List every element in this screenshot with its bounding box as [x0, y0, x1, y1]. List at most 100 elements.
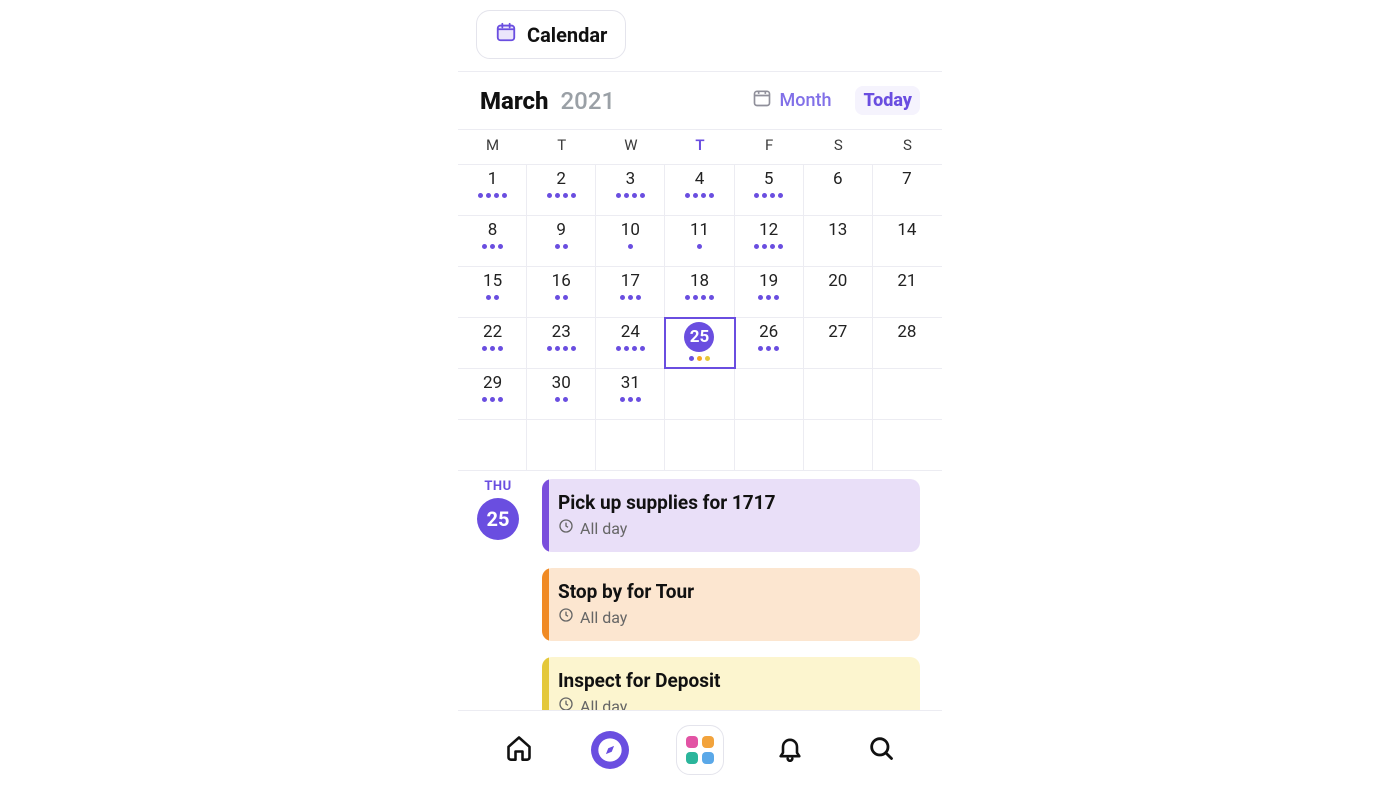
- day-cell[interactable]: 24: [596, 318, 665, 368]
- calendar-filter-label: Calendar: [527, 23, 607, 47]
- day-cell[interactable]: 14: [873, 216, 942, 266]
- day-cell[interactable]: 8: [458, 216, 527, 266]
- event-indicator: [555, 295, 568, 300]
- day-cell[interactable]: 7: [873, 165, 942, 215]
- event-indicator: [685, 193, 714, 198]
- day-cell: [458, 420, 527, 470]
- day-cell[interactable]: 10: [596, 216, 665, 266]
- day-cell[interactable]: 13: [804, 216, 873, 266]
- day-number: 20: [828, 271, 847, 291]
- day-cell[interactable]: 16: [527, 267, 596, 317]
- day-cell[interactable]: 28: [873, 318, 942, 368]
- day-cell: [873, 420, 942, 470]
- dow-label: F: [735, 130, 804, 164]
- apps-icon: [676, 725, 724, 775]
- day-number: 29: [483, 373, 502, 393]
- day-cell[interactable]: 9: [527, 216, 596, 266]
- event-title: Pick up supplies for 1717: [558, 491, 904, 514]
- day-cell[interactable]: 2: [527, 165, 596, 215]
- day-cell[interactable]: 25: [665, 318, 734, 368]
- day-cell[interactable]: 6: [804, 165, 873, 215]
- event-indicator: [758, 295, 779, 300]
- nav-apps-button[interactable]: [676, 726, 724, 774]
- nav-explore-button[interactable]: [586, 726, 634, 774]
- calendar-filter-button[interactable]: Calendar: [476, 10, 626, 59]
- event-title: Stop by for Tour: [558, 580, 904, 603]
- day-cell: [665, 420, 734, 470]
- event-indicator: [547, 346, 576, 351]
- event-indicator: [685, 295, 714, 300]
- event-time: All day: [558, 518, 904, 538]
- day-cell[interactable]: 22: [458, 318, 527, 368]
- event-color-stripe: [542, 568, 549, 641]
- calendar-grid: 1234567891011121314151617181920212223242…: [458, 164, 942, 471]
- day-number: 24: [621, 322, 640, 342]
- day-cell[interactable]: 30: [527, 369, 596, 419]
- event-indicator: [754, 193, 783, 198]
- day-cell[interactable]: 15: [458, 267, 527, 317]
- bell-icon: [776, 734, 804, 766]
- event-indicator: [482, 244, 503, 249]
- day-number: 8: [488, 220, 498, 240]
- day-cell: [873, 369, 942, 419]
- day-cell: [735, 369, 804, 419]
- day-cell[interactable]: 18: [665, 267, 734, 317]
- day-cell[interactable]: 20: [804, 267, 873, 317]
- dow-label: S: [873, 130, 942, 164]
- compass-icon: [591, 731, 629, 769]
- event-card[interactable]: Pick up supplies for 1717 All day: [542, 479, 920, 552]
- view-mode-button[interactable]: Month: [752, 88, 832, 113]
- day-number: 27: [828, 322, 847, 342]
- day-cell[interactable]: 17: [596, 267, 665, 317]
- event-card[interactable]: Stop by for Tour All day: [542, 568, 920, 641]
- event-time: All day: [558, 607, 904, 627]
- day-cell[interactable]: 12: [735, 216, 804, 266]
- day-cell[interactable]: 26: [735, 318, 804, 368]
- dow-label: T: [527, 130, 596, 164]
- day-cell[interactable]: 27: [804, 318, 873, 368]
- event-indicator: [689, 356, 710, 361]
- day-cell[interactable]: 23: [527, 318, 596, 368]
- day-cell[interactable]: 19: [735, 267, 804, 317]
- day-number: 14: [897, 220, 916, 240]
- day-number: 1: [488, 169, 498, 189]
- day-number: 17: [621, 271, 640, 291]
- day-number: 28: [897, 322, 916, 342]
- event-title: Inspect for Deposit: [558, 669, 904, 692]
- event-indicator: [620, 397, 641, 402]
- nav-home-button[interactable]: [495, 726, 543, 774]
- clock-icon: [558, 607, 574, 627]
- event-indicator: [486, 295, 499, 300]
- bottom-nav: [458, 710, 942, 788]
- day-cell[interactable]: 5: [735, 165, 804, 215]
- calendar-icon: [495, 21, 517, 48]
- nav-notifications-button[interactable]: [766, 726, 814, 774]
- event-color-stripe: [542, 479, 549, 552]
- day-cell[interactable]: 29: [458, 369, 527, 419]
- day-of-week-row: MTWTFSS: [458, 130, 942, 164]
- day-cell[interactable]: 1: [458, 165, 527, 215]
- day-number: 18: [690, 271, 709, 291]
- day-cell[interactable]: 3: [596, 165, 665, 215]
- today-button[interactable]: Today: [855, 86, 920, 115]
- event-indicator: [547, 193, 576, 198]
- day-number: 9: [556, 220, 566, 240]
- day-number: 22: [483, 322, 502, 342]
- event-indicator: [478, 193, 507, 198]
- nav-search-button[interactable]: [857, 726, 905, 774]
- day-number: 21: [897, 271, 916, 291]
- day-number: 23: [552, 322, 571, 342]
- day-cell[interactable]: 4: [665, 165, 734, 215]
- day-number: 12: [759, 220, 778, 240]
- calendar-screen: Calendar March 2021 Month Today MTWTFSS …: [458, 0, 942, 788]
- day-cell: [804, 369, 873, 419]
- calendar-grid-icon: [752, 88, 772, 113]
- events-list: THU 25 Pick up supplies for 1717All day …: [458, 471, 942, 730]
- day-cell[interactable]: 11: [665, 216, 734, 266]
- day-cell[interactable]: 31: [596, 369, 665, 419]
- day-number: 4: [695, 169, 705, 189]
- day-number: 3: [626, 169, 636, 189]
- day-cell[interactable]: 21: [873, 267, 942, 317]
- search-icon: [867, 734, 895, 766]
- dow-label: W: [596, 130, 665, 164]
